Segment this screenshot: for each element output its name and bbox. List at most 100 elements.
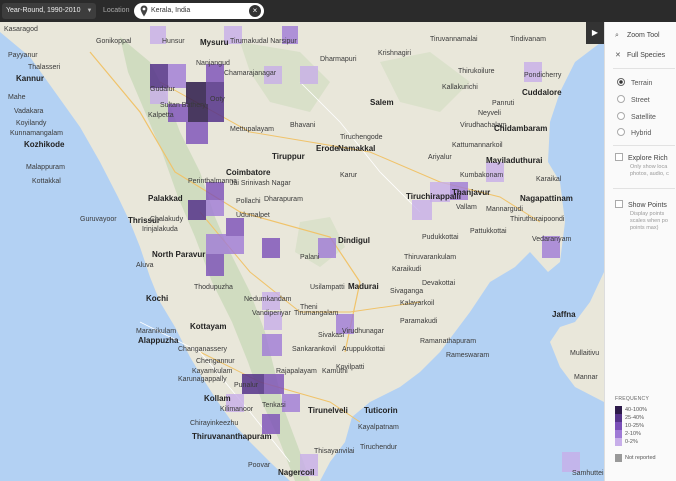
frequency-cell[interactable] [300, 66, 318, 84]
frequency-cell[interactable] [262, 414, 280, 434]
clear-location-button[interactable]: × [249, 5, 261, 17]
map-place-label: Mannar [574, 374, 598, 381]
zoom-tool-icon: ⌕ [615, 32, 619, 39]
map-place-label: Kunnamangalam [10, 130, 63, 137]
divider [613, 188, 675, 189]
map-place-label: Pudukkottai [422, 234, 459, 241]
frequency-cell[interactable] [562, 452, 580, 472]
map-place-label: Kottakkal [32, 178, 61, 185]
map-place-label: Namakkal [338, 144, 376, 153]
map-place-label: Malappuram [26, 164, 65, 171]
checkbox-icon [615, 200, 623, 208]
map-place-label: Kottayam [190, 322, 227, 331]
frequency-cell[interactable] [186, 82, 206, 104]
map-place-label: Payyanur [8, 52, 38, 59]
sidebar: ⌕ Zoom Tool ✕ Full Species Terrain Street … [604, 22, 676, 481]
map-place-label: Sivaganga [390, 288, 424, 295]
frequency-cell[interactable] [412, 200, 432, 220]
legend-rows: 40-100% 25-40% 10-25% 2-10% 0-2% [615, 406, 675, 446]
map-place-label: Chamarajanagar [224, 70, 277, 77]
map-place-label: Coimbatore [226, 168, 271, 177]
map-view[interactable]: Kasaragod Gonikoppal Hunsur Mysuru Tirumakud… [0, 22, 604, 481]
map-place-label: Paramakudi [400, 318, 438, 325]
top-toolbar: Year-Round, 1990-2010 ▼ Location × [0, 0, 676, 22]
map-place-label: Kilimanoor [220, 406, 254, 413]
map-place-label: Tindivanam [510, 36, 546, 43]
frequency-cell[interactable] [262, 238, 280, 258]
map-place-label: Tirunelveli [308, 406, 348, 415]
legend-swatch [615, 422, 622, 430]
map-place-label: Mahe [8, 94, 26, 101]
map-place-label: Kumbakonam [460, 172, 504, 179]
show-points-checkbox[interactable]: Show Points [615, 200, 667, 209]
map-place-label: Kollam [204, 394, 231, 403]
map-type-satellite[interactable]: Satellite [617, 112, 656, 121]
frequency-cell[interactable] [186, 122, 208, 144]
frequency-legend: FREQUENCY 40-100% 25-40% 10-25% 2-10% 0-2% N… [615, 396, 675, 462]
date-range-select[interactable]: Year-Round, 1990-2010 ▼ [2, 3, 97, 19]
map-place-label: Dindigul [338, 236, 370, 245]
map-place-label: Pattukkottai [470, 228, 507, 235]
checkbox-icon [615, 153, 623, 161]
map-place-label: Thanjavur [452, 188, 491, 197]
map-place-label: Rameswaram [446, 352, 490, 359]
frequency-cell[interactable] [188, 200, 206, 220]
map-place-label: Chengannur [196, 358, 235, 365]
map-place-label: Kasaragod [4, 26, 38, 33]
map-place-label: Nagapattinam [520, 194, 573, 203]
map-place-label: Irinjalakuda [142, 226, 178, 233]
frequency-cell[interactable] [206, 254, 224, 276]
map-place-label: Vadakara [14, 108, 44, 115]
legend-swatch [615, 438, 622, 446]
legend-title: FREQUENCY [615, 396, 650, 402]
frequency-cell[interactable] [264, 374, 284, 394]
map-type-hybrid[interactable]: Hybrid [617, 128, 651, 137]
map-place-label: Jaffna [552, 310, 576, 319]
map-place-label: Pollachi [236, 198, 261, 205]
map-place-label: Jai Srinivash Nagar [230, 180, 291, 187]
frequency-cell[interactable] [262, 334, 282, 356]
map-place-label: Dharapuram [264, 196, 303, 203]
map-place-label: Kayalpatnam [358, 424, 399, 431]
radio-selected-icon [617, 78, 625, 86]
frequency-cell[interactable] [226, 218, 244, 236]
frequency-cell[interactable] [206, 200, 224, 216]
map-type-street[interactable]: Street [617, 95, 650, 104]
frequency-cell[interactable] [168, 64, 186, 88]
map-place-label: Sivakasi [318, 332, 345, 339]
map-place-label: Palani [300, 254, 320, 261]
map-place-label: Thiruvananthapuram [192, 432, 272, 441]
zoom-tool-button[interactable]: ⌕ Zoom Tool [615, 32, 660, 40]
full-species-button[interactable]: ✕ Full Species [615, 51, 665, 59]
map-place-label: Mannargudi [486, 206, 523, 213]
frequency-cell[interactable] [206, 234, 226, 254]
map-type-terrain[interactable]: Terrain [617, 78, 652, 87]
legend-swatch [615, 406, 622, 414]
frequency-cell[interactable] [318, 238, 336, 258]
map-place-label: Udumalpet [236, 212, 270, 219]
map-place-label: Maranikulam [136, 328, 177, 335]
map-place-label: Kalpetta [148, 112, 174, 119]
map-place-label: Thodupuzha [194, 284, 233, 291]
location-search-box[interactable]: × [134, 3, 264, 19]
map-place-label: Usilampatti [310, 284, 345, 291]
map-place-label: Neyveli [478, 110, 501, 117]
legend-swatch [615, 430, 622, 438]
collapse-panel-button[interactable]: ▶ [586, 22, 604, 44]
map-place-label: Tirumangalam [294, 310, 339, 317]
legend-label: 0-2% [625, 439, 638, 445]
explore-rich-checkbox[interactable]: Explore Rich [615, 153, 668, 162]
frequency-cell[interactable] [150, 64, 168, 88]
legend-item: 0-2% [615, 438, 675, 446]
location-input[interactable] [151, 3, 241, 19]
explore-rich-description: Only show loca photos, audio, c [630, 164, 669, 177]
map-place-label: Thirukoilure [458, 68, 495, 75]
map-place-label: Thiruthuraipoondi [510, 216, 565, 223]
map-place-label: Ooty [210, 96, 225, 103]
map-place-label: Virudhunagar [342, 328, 384, 335]
frequency-cell[interactable] [208, 104, 224, 122]
legend-not-reported: Not reported [615, 454, 675, 462]
map-place-label: Madurai [348, 282, 379, 291]
frequency-cell[interactable] [226, 236, 244, 254]
map-place-label: Aruppukkottai [342, 346, 385, 353]
